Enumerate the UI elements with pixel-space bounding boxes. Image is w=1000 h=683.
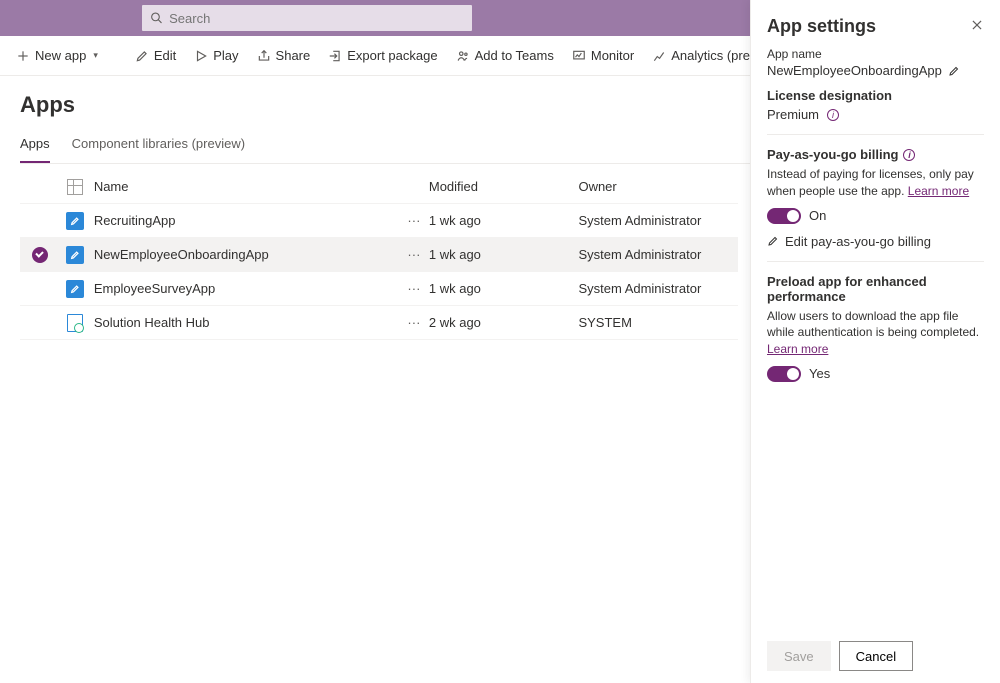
export-label: Export package (347, 48, 437, 63)
owner-cell: System Administrator (578, 213, 738, 228)
chevron-down-icon: ▾ (93, 50, 98, 61)
more-actions-button[interactable]: ··· (399, 247, 429, 262)
teams-icon (456, 49, 470, 63)
more-actions-button[interactable]: ··· (399, 281, 429, 296)
export-icon (328, 49, 342, 63)
plus-icon (16, 49, 30, 63)
app-icon (66, 280, 84, 298)
layout-icon[interactable] (67, 179, 83, 195)
more-actions-button[interactable]: ··· (399, 213, 429, 228)
play-label: Play (213, 48, 238, 63)
preload-toggle[interactable] (767, 366, 801, 382)
edit-billing-label: Edit pay-as-you-go billing (785, 234, 931, 249)
billing-toggle[interactable] (767, 208, 801, 224)
save-button: Save (767, 641, 831, 671)
new-app-button[interactable]: New app ▾ (16, 48, 98, 63)
modified-cell: 1 wk ago (429, 213, 579, 228)
app-icon (66, 246, 84, 264)
edit-label: Edit (154, 48, 176, 63)
info-icon[interactable]: i (903, 149, 915, 161)
export-button[interactable]: Export package (328, 48, 437, 63)
app-name-label: App name (767, 47, 984, 61)
add-to-teams-button[interactable]: Add to Teams (456, 48, 554, 63)
search-box[interactable] (142, 5, 472, 31)
close-icon (970, 18, 984, 32)
info-icon[interactable]: i (827, 109, 839, 121)
panel-title: App settings (767, 16, 876, 37)
app-name-cell[interactable]: Solution Health Hub (90, 315, 399, 330)
panel-footer: Save Cancel (751, 629, 1000, 683)
document-icon (67, 314, 83, 332)
table-header: Name Modified Owner (20, 170, 738, 204)
preload-heading: Preload app for enhanced performance (767, 274, 984, 304)
edit-button[interactable]: Edit (135, 48, 176, 63)
license-value: Premium (767, 107, 819, 122)
play-button[interactable]: Play (194, 48, 238, 63)
table-row[interactable]: Solution Health Hub···2 wk agoSYSTEM (20, 306, 738, 340)
analytics-icon (652, 49, 666, 63)
separator (116, 46, 117, 66)
owner-cell: System Administrator (578, 281, 738, 296)
modified-cell: 1 wk ago (429, 281, 579, 296)
license-heading: License designation (767, 88, 984, 103)
table-row[interactable]: RecruitingApp···1 wk agoSystem Administr… (20, 204, 738, 238)
share-icon (257, 49, 271, 63)
app-name-cell[interactable]: RecruitingApp (90, 213, 399, 228)
owner-cell: SYSTEM (578, 315, 738, 330)
pencil-icon (767, 235, 779, 247)
column-header-owner[interactable]: Owner (578, 179, 738, 194)
app-name-cell[interactable]: NewEmployeeOnboardingApp (90, 247, 399, 262)
search-input[interactable] (169, 11, 464, 26)
preload-description: Allow users to download the app file whi… (767, 308, 984, 358)
more-actions-button[interactable]: ··· (399, 315, 429, 330)
share-button[interactable]: Share (257, 48, 311, 63)
tab-apps[interactable]: Apps (20, 136, 50, 163)
column-header-name[interactable]: Name (90, 179, 399, 194)
app-settings-panel: App settings App name NewEmployeeOnboard… (750, 0, 1000, 683)
preload-toggle-label: Yes (809, 366, 830, 381)
table-row[interactable]: EmployeeSurveyApp···1 wk agoSystem Admin… (20, 272, 738, 306)
monitor-icon (572, 49, 586, 63)
teams-label: Add to Teams (475, 48, 554, 63)
new-app-label: New app (35, 48, 86, 63)
billing-description: Instead of paying for licenses, only pay… (767, 166, 984, 200)
search-icon (150, 11, 163, 25)
app-name-cell[interactable]: EmployeeSurveyApp (90, 281, 399, 296)
close-button[interactable] (970, 18, 984, 35)
edit-billing-link[interactable]: Edit pay-as-you-go billing (767, 234, 984, 249)
divider (767, 261, 984, 262)
tab-component-libraries[interactable]: Component libraries (preview) (72, 136, 245, 163)
owner-cell: System Administrator (578, 247, 738, 262)
table-row[interactable]: NewEmployeeOnboardingApp···1 wk agoSyste… (20, 238, 738, 272)
cancel-button[interactable]: Cancel (839, 641, 913, 671)
app-name-value: NewEmployeeOnboardingApp (767, 63, 942, 78)
divider (767, 134, 984, 135)
apps-table: Name Modified Owner RecruitingApp···1 wk… (20, 170, 738, 340)
share-label: Share (276, 48, 311, 63)
billing-heading: Pay-as-you-go billing i (767, 147, 984, 162)
modified-cell: 2 wk ago (429, 315, 579, 330)
column-header-modified[interactable]: Modified (429, 179, 579, 194)
app-icon (66, 212, 84, 230)
checkmark-icon[interactable] (32, 247, 48, 263)
learn-more-link[interactable]: Learn more (767, 342, 828, 356)
edit-app-name-icon[interactable] (948, 65, 960, 77)
play-icon (194, 49, 208, 63)
learn-more-link[interactable]: Learn more (908, 184, 969, 198)
pencil-icon (135, 49, 149, 63)
monitor-button[interactable]: Monitor (572, 48, 634, 63)
billing-toggle-label: On (809, 208, 826, 223)
modified-cell: 1 wk ago (429, 247, 579, 262)
monitor-label: Monitor (591, 48, 634, 63)
